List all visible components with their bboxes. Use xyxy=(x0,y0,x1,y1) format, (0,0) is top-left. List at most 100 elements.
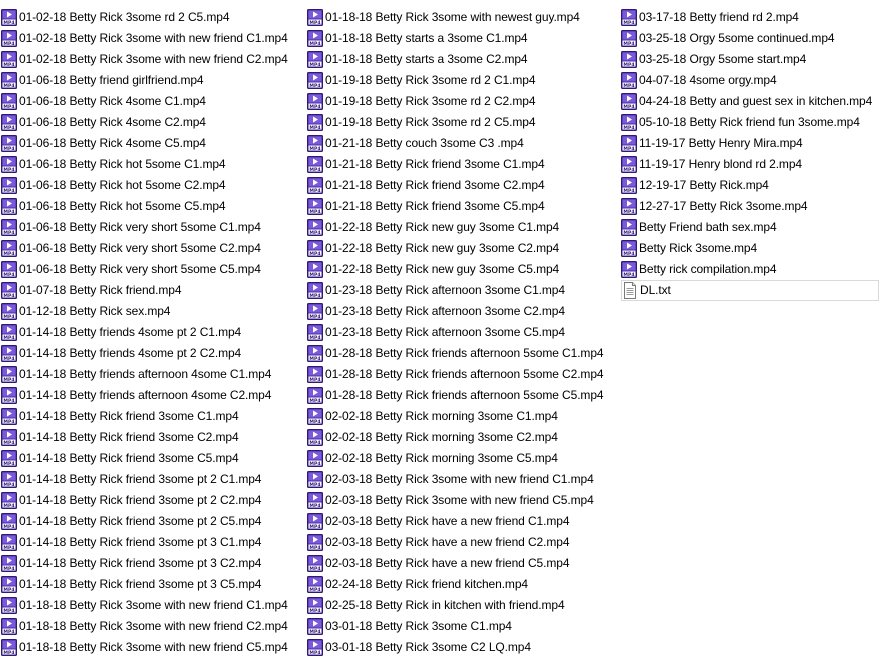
file-item[interactable]: MP4 03-25-18 Orgy 5some continued.mp4 xyxy=(621,28,883,49)
file-item[interactable]: MP4 01-18-18 Betty Rick 3some with new fr… xyxy=(1,595,301,616)
file-item[interactable]: MP4 01-22-18 Betty Rick new guy 3some C2.… xyxy=(307,238,617,259)
file-name: 01-02-18 Betty Rick 3some with new frien… xyxy=(19,31,288,45)
file-item[interactable]: MP4 01-06-18 Betty Rick very short 5some … xyxy=(1,238,301,259)
file-item[interactable]: MP4 02-03-18 Betty Rick have a new friend… xyxy=(307,532,617,553)
file-item[interactable]: MP4 01-14-18 Betty friends afternoon 4som… xyxy=(1,385,301,406)
file-item[interactable]: MP4 02-03-18 Betty Rick 3some with new fr… xyxy=(307,469,617,490)
file-item[interactable]: MP4 02-03-18 Betty Rick have a new friend… xyxy=(307,511,617,532)
svg-text:MP4: MP4 xyxy=(3,188,14,194)
file-item[interactable]: MP4 01-14-18 Betty friends 4some pt 2 C1.… xyxy=(1,322,301,343)
file-item[interactable]: MP4 04-24-18 Betty and guest sex in kitch… xyxy=(621,91,883,112)
mp4-file-icon: MP4 xyxy=(1,471,17,488)
file-item[interactable]: MP4 01-18-18 Betty Rick 3some with new fr… xyxy=(1,637,301,658)
file-name: 01-14-18 Betty Rick friend 3some pt 3 C2… xyxy=(19,556,262,570)
file-item[interactable]: MP4 01-06-18 Betty friend girlfriend.mp4 xyxy=(1,70,301,91)
file-item[interactable]: MP4 01-06-18 Betty Rick 4some C2.mp4 xyxy=(1,112,301,133)
file-item[interactable]: MP4 01-02-18 Betty Rick 3some rd 2 C5.mp4 xyxy=(1,7,301,28)
file-item[interactable]: MP4 11-19-17 Henry blond rd 2.mp4 xyxy=(621,154,883,175)
file-item[interactable]: MP4 02-03-18 Betty Rick have a new friend… xyxy=(307,553,617,574)
file-item[interactable]: MP4 05-10-18 Betty Rick friend fun 3some.… xyxy=(621,112,883,133)
file-item[interactable]: MP4 01-21-18 Betty Rick friend 3some C2.m… xyxy=(307,175,617,196)
file-item[interactable]: MP4 01-18-18 Betty starts a 3some C2.mp4 xyxy=(307,49,617,70)
mp4-file-icon: MP4 xyxy=(1,198,17,215)
file-item[interactable]: MP4 03-01-18 Betty Rick 3some C1.mp4 xyxy=(307,616,617,637)
file-item[interactable]: MP4 01-18-18 Betty Rick 3some with new fr… xyxy=(1,616,301,637)
file-item[interactable]: MP4 01-14-18 Betty Rick friend 3some C1.m… xyxy=(1,406,301,427)
file-item[interactable]: MP4 01-06-18 Betty Rick very short 5some … xyxy=(1,217,301,238)
file-item[interactable]: MP4 01-14-18 Betty Rick friend 3some pt 3… xyxy=(1,532,301,553)
file-item[interactable]: MP4 01-14-18 Betty Rick friend 3some C5.m… xyxy=(1,448,301,469)
mp4-file-icon: MP4 xyxy=(307,51,323,68)
file-item[interactable]: MP4 01-14-18 Betty friends 4some pt 2 C2.… xyxy=(1,343,301,364)
file-item[interactable]: MP4 01-28-18 Betty Rick friends afternoon… xyxy=(307,364,617,385)
file-item[interactable]: MP4 01-14-18 Betty Rick friend 3some pt 3… xyxy=(1,553,301,574)
svg-text:MP4: MP4 xyxy=(309,230,320,236)
file-item[interactable]: MP4 Betty Rick 3some.mp4 xyxy=(621,238,883,259)
file-item[interactable]: MP4 01-23-18 Betty Rick afternoon 3some C… xyxy=(307,301,617,322)
file-item[interactable]: MP4 01-21-18 Betty Rick friend 3some C1.m… xyxy=(307,154,617,175)
file-item[interactable]: MP4 Betty Friend bath sex.mp4 xyxy=(621,217,883,238)
file-item[interactable]: MP4 01-14-18 Betty Rick friend 3some pt 3… xyxy=(1,574,301,595)
file-name: 01-14-18 Betty Rick friend 3some C5.mp4 xyxy=(19,451,239,465)
file-item[interactable]: MP4 12-19-17 Betty Rick.mp4 xyxy=(621,175,883,196)
file-name: 02-02-18 Betty Rick morning 3some C2.mp4 xyxy=(325,430,558,444)
mp4-file-icon: MP4 xyxy=(307,30,323,47)
file-item[interactable]: MP4 03-17-18 Betty friend rd 2.mp4 xyxy=(621,7,883,28)
svg-text:MP4: MP4 xyxy=(3,293,14,299)
file-item[interactable]: MP4 01-28-18 Betty Rick friends afternoon… xyxy=(307,385,617,406)
svg-text:MP4: MP4 xyxy=(3,335,14,341)
file-item[interactable]: MP4 12-27-17 Betty Rick 3some.mp4 xyxy=(621,196,883,217)
file-item[interactable]: MP4 01-21-18 Betty couch 3some C3 .mp4 xyxy=(307,133,617,154)
file-item[interactable]: MP4 02-02-18 Betty Rick morning 3some C1.… xyxy=(307,406,617,427)
file-item[interactable]: MP4 01-02-18 Betty Rick 3some with new fr… xyxy=(1,28,301,49)
file-item[interactable]: MP4 02-02-18 Betty Rick morning 3some C5.… xyxy=(307,448,617,469)
file-item[interactable]: MP4 01-19-18 Betty Rick 3some rd 2 C1.mp4 xyxy=(307,70,617,91)
file-item[interactable]: MP4 01-22-18 Betty Rick new guy 3some C1.… xyxy=(307,217,617,238)
file-item[interactable]: MP4 02-25-18 Betty Rick in kitchen with f… xyxy=(307,595,617,616)
file-item[interactable]: MP4 01-06-18 Betty Rick hot 5some C2.mp4 xyxy=(1,175,301,196)
file-item[interactable]: MP4 03-01-18 Betty Rick 3some C2 LQ.mp4 xyxy=(307,637,617,658)
file-item[interactable]: MP4 01-14-18 Betty Rick friend 3some pt 2… xyxy=(1,511,301,532)
file-item[interactable]: DL.txt xyxy=(621,280,879,301)
file-item[interactable]: MP4 01-28-18 Betty Rick friends afternoon… xyxy=(307,343,617,364)
file-item[interactable]: MP4 01-19-18 Betty Rick 3some rd 2 C5.mp4 xyxy=(307,112,617,133)
file-item[interactable]: MP4 01-18-18 Betty starts a 3some C1.mp4 xyxy=(307,28,617,49)
file-item[interactable]: MP4 01-06-18 Betty Rick very short 5some … xyxy=(1,259,301,280)
file-item[interactable]: MP4 02-02-18 Betty Rick morning 3some C2.… xyxy=(307,427,617,448)
file-name: 01-14-18 Betty friends 4some pt 2 C2.mp4 xyxy=(19,346,242,360)
file-name: 01-14-18 Betty Rick friend 3some C2.mp4 xyxy=(19,430,239,444)
mp4-file-icon: MP4 xyxy=(1,303,17,320)
mp4-file-icon: MP4 xyxy=(1,366,17,383)
file-item[interactable]: MP4 01-07-18 Betty Rick friend.mp4 xyxy=(1,280,301,301)
file-item[interactable]: MP4 01-21-18 Betty Rick friend 3some C5.m… xyxy=(307,196,617,217)
file-item[interactable]: MP4 Betty rick compilation.mp4 xyxy=(621,259,883,280)
file-name: 01-14-18 Betty friends 4some pt 2 C1.mp4 xyxy=(19,325,242,339)
file-item[interactable]: MP4 04-07-18 4some orgy.mp4 xyxy=(621,70,883,91)
file-item[interactable]: MP4 01-12-18 Betty Rick sex.mp4 xyxy=(1,301,301,322)
file-item[interactable]: MP4 01-19-18 Betty Rick 3some rd 2 C2.mp4 xyxy=(307,91,617,112)
file-name: 01-06-18 Betty Rick hot 5some C1.mp4 xyxy=(19,157,226,171)
file-item[interactable]: MP4 01-18-18 Betty Rick 3some with newest… xyxy=(307,7,617,28)
mp4-file-icon: MP4 xyxy=(307,72,323,89)
file-item[interactable]: MP4 11-19-17 Betty Henry Mira.mp4 xyxy=(621,133,883,154)
file-item[interactable]: MP4 01-23-18 Betty Rick afternoon 3some C… xyxy=(307,280,617,301)
file-item[interactable]: MP4 01-14-18 Betty Rick friend 3some C2.m… xyxy=(1,427,301,448)
file-item[interactable]: MP4 01-14-18 Betty friends afternoon 4som… xyxy=(1,364,301,385)
file-item[interactable]: MP4 01-06-18 Betty Rick hot 5some C1.mp4 xyxy=(1,154,301,175)
file-item[interactable]: MP4 01-23-18 Betty Rick afternoon 3some C… xyxy=(307,322,617,343)
file-item[interactable]: MP4 01-06-18 Betty Rick hot 5some C5.mp4 xyxy=(1,196,301,217)
file-item[interactable]: MP4 02-24-18 Betty Rick friend kitchen.mp… xyxy=(307,574,617,595)
file-name: 03-17-18 Betty friend rd 2.mp4 xyxy=(639,10,799,24)
file-item[interactable]: MP4 01-06-18 Betty Rick 4some C5.mp4 xyxy=(1,133,301,154)
file-item[interactable]: MP4 01-22-18 Betty Rick new guy 3some C5.… xyxy=(307,259,617,280)
file-item[interactable]: MP4 01-14-18 Betty Rick friend 3some pt 2… xyxy=(1,490,301,511)
file-name: 01-23-18 Betty Rick afternoon 3some C5.m… xyxy=(325,325,565,339)
file-item[interactable]: MP4 01-06-18 Betty Rick 4some C1.mp4 xyxy=(1,91,301,112)
svg-text:MP4: MP4 xyxy=(3,524,14,530)
mp4-file-icon: MP4 xyxy=(1,9,17,26)
file-item[interactable]: MP4 01-14-18 Betty Rick friend 3some pt 2… xyxy=(1,469,301,490)
file-item[interactable]: MP4 01-02-18 Betty Rick 3some with new fr… xyxy=(1,49,301,70)
file-item[interactable]: MP4 03-25-18 Orgy 5some start.mp4 xyxy=(621,49,883,70)
file-item[interactable]: MP4 02-03-18 Betty Rick 3some with new fr… xyxy=(307,490,617,511)
mp4-file-icon: MP4 xyxy=(1,513,17,530)
